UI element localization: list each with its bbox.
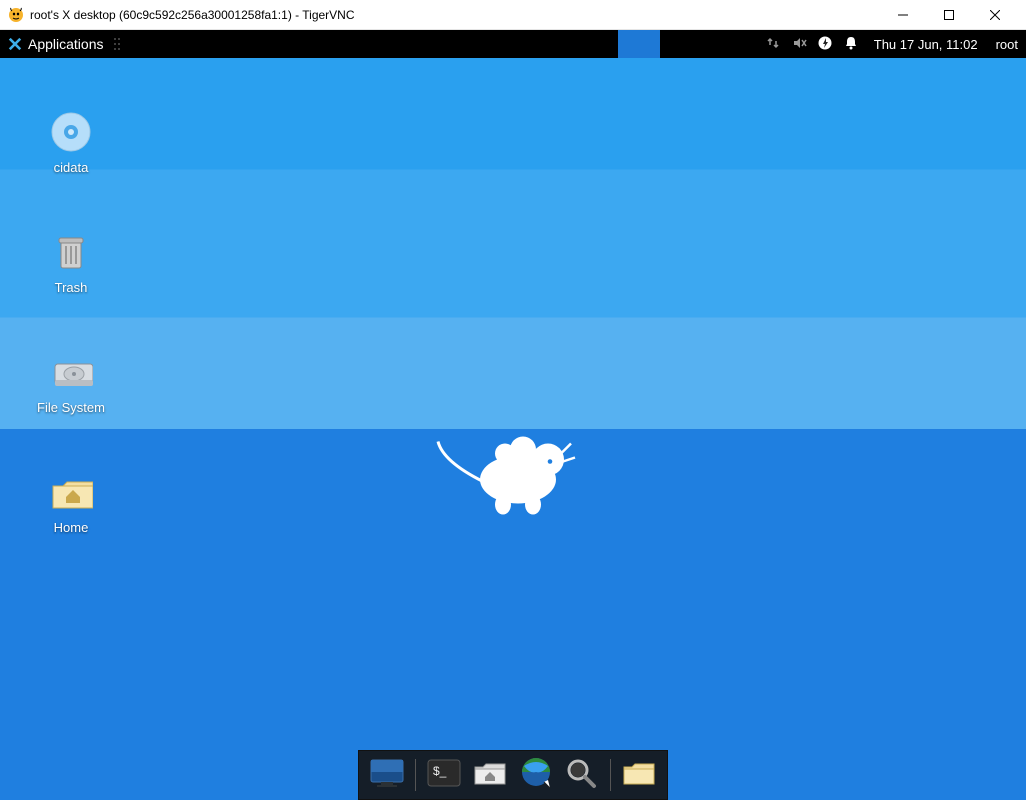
applications-menu-button[interactable]: Applications — [0, 30, 112, 58]
drive-icon — [49, 350, 93, 394]
panel-separator-handle[interactable] — [112, 30, 122, 58]
volume-muted-icon — [791, 35, 807, 54]
clock[interactable]: Thu 17 Jun, 11:02 — [864, 37, 988, 52]
host-maximize-button[interactable] — [926, 0, 972, 30]
xfce-logo-icon — [8, 37, 22, 51]
vnc-viewport: Applications Thu 17 Jun, 11:02 — [0, 30, 1026, 800]
notifications-indicator[interactable] — [838, 30, 864, 58]
folder-icon — [621, 757, 657, 794]
file-manager-icon — [472, 757, 508, 794]
desktop-icon-home[interactable]: Home — [16, 470, 126, 535]
dock-web-browser[interactable] — [514, 755, 558, 795]
dock-terminal[interactable]: $_ — [422, 755, 466, 795]
magnifier-icon — [564, 757, 600, 794]
desktop-icon-label: File System — [37, 400, 105, 415]
host-window-title: root's X desktop (60c9c592c256a30001258f… — [30, 8, 355, 22]
user-menu[interactable]: root — [988, 37, 1026, 52]
desktop-icon-label: Home — [54, 520, 89, 535]
desktop-icon-cidata[interactable]: cidata — [16, 110, 126, 175]
dock-separator — [415, 759, 416, 791]
optical-disc-icon — [49, 110, 93, 154]
host-titlebar: root's X desktop (60c9c592c256a30001258f… — [0, 0, 1026, 30]
desktop-icon-label: cidata — [54, 160, 89, 175]
power-icon — [817, 35, 833, 54]
show-desktop-icon — [369, 757, 405, 794]
trash-icon — [49, 230, 93, 274]
dock-folder[interactable] — [617, 755, 661, 795]
desktop[interactable]: cidata Trash File System Home — [0, 58, 1026, 800]
volume-indicator[interactable] — [786, 30, 812, 58]
top-panel: Applications Thu 17 Jun, 11:02 — [0, 30, 1026, 58]
terminal-icon: $_ — [426, 757, 462, 794]
network-indicator[interactable] — [760, 30, 786, 58]
bottom-dock: $_ — [358, 750, 668, 800]
web-browser-icon — [518, 756, 554, 795]
host-close-button[interactable] — [972, 0, 1018, 30]
network-icon — [765, 35, 781, 54]
tigervnc-icon — [8, 7, 24, 23]
dock-file-manager[interactable] — [468, 755, 512, 795]
dock-separator — [610, 759, 611, 791]
dock-show-desktop[interactable] — [365, 755, 409, 795]
desktop-icon-filesystem[interactable]: File System — [16, 350, 126, 415]
power-indicator[interactable] — [812, 30, 838, 58]
host-minimize-button[interactable] — [880, 0, 926, 30]
dock-app-finder[interactable] — [560, 755, 604, 795]
tasklist-active-window[interactable] — [618, 30, 660, 58]
home-folder-icon — [49, 470, 93, 514]
bell-icon — [843, 35, 859, 54]
xfce-mouse-wallpaper-icon — [433, 411, 593, 536]
applications-menu-label: Applications — [28, 36, 104, 52]
desktop-icon-label: Trash — [55, 280, 88, 295]
desktop-icon-trash[interactable]: Trash — [16, 230, 126, 295]
svg-text:$_: $_ — [433, 764, 447, 778]
